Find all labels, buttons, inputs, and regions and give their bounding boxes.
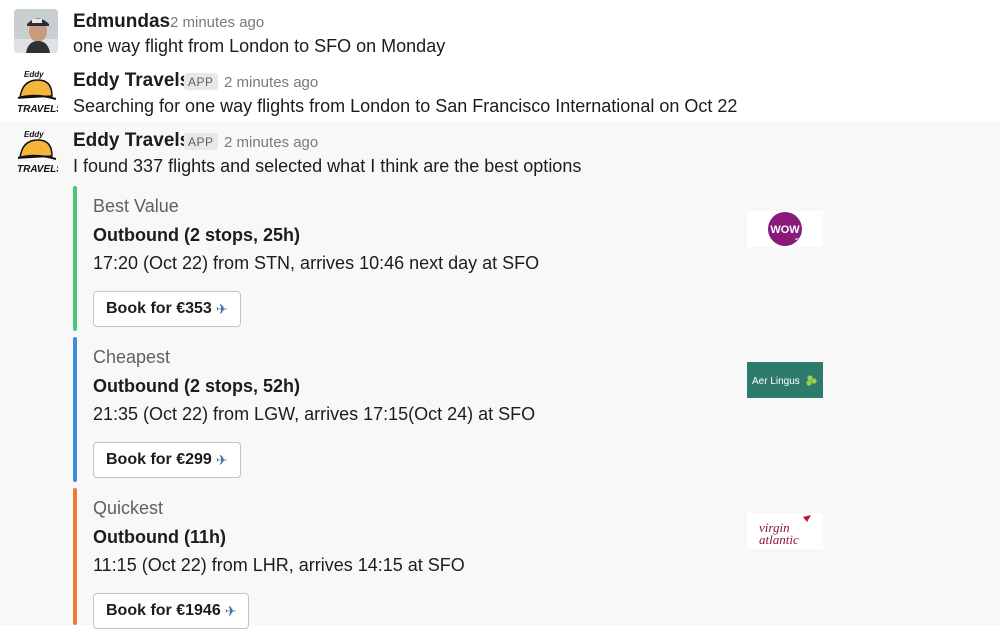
option-detail: 17:20 (Oct 22) from STN, arrives 10:46 n…: [93, 253, 540, 273]
app-badge: APP: [184, 73, 218, 90]
svg-text:atlantic: atlantic: [759, 532, 799, 547]
option-subtitle: Outbound (11h): [93, 527, 226, 547]
option-subtitle: Outbound (2 stops, 25h): [93, 225, 300, 245]
bot-avatar[interactable]: Eddy TRAVELS: [14, 128, 63, 175]
message-timestamp[interactable]: 2 minutes ago: [170, 14, 264, 31]
bot-avatar[interactable]: Eddy TRAVELS: [14, 68, 63, 115]
svg-text:air: air: [795, 236, 800, 241]
svg-text:TRAVELS: TRAVELS: [17, 104, 58, 115]
book-button-label: Book for €1946: [106, 602, 221, 619]
book-button-label: Book for €299: [106, 451, 212, 468]
eddy-travels-logo-icon: Eddy TRAVELS: [17, 130, 63, 175]
message-bot-searching: Eddy TRAVELS Eddy Travels APP 2 minutes …: [0, 62, 1000, 122]
author-name[interactable]: Edmundas: [73, 11, 170, 33]
message-text: Searching for one way flights from Londo…: [73, 96, 738, 116]
attachment-color-bar: [73, 337, 77, 482]
message-user: Edmundas 2 minutes ago one way flight fr…: [0, 0, 1000, 62]
book-button[interactable]: Book for €1946 ✈: [93, 593, 250, 629]
flight-option-best-value: Best Value Outbound (2 stops, 25h) 17:20…: [73, 186, 833, 331]
airplane-icon: ✈: [215, 300, 228, 317]
message-text: one way flight from London to SFO on Mon…: [73, 36, 446, 56]
option-detail: 21:35 (Oct 22) from LGW, arrives 17:15(O…: [93, 404, 536, 424]
eddy-travels-logo-icon: Eddy TRAVELS: [17, 70, 63, 115]
svg-text:TRAVELS: TRAVELS: [17, 164, 58, 175]
option-detail: 11:15 (Oct 22) from LHR, arrives 14:15 a…: [93, 555, 465, 575]
message-timestamp[interactable]: 2 minutes ago: [224, 134, 318, 151]
attachment-color-bar: [73, 186, 77, 331]
airline-logo-aer-lingus: Aer Lingus: [747, 362, 823, 398]
author-name[interactable]: Eddy Travels: [73, 130, 190, 152]
book-button[interactable]: Book for €299 ✈: [93, 442, 241, 478]
svg-text:Eddy: Eddy: [24, 70, 44, 79]
flight-option-cheapest: Cheapest Outbound (2 stops, 52h) 21:35 (…: [73, 337, 833, 482]
svg-text:WOW: WOW: [770, 224, 800, 236]
airplane-icon: ✈: [215, 451, 228, 468]
svg-text:Aer Lingus: Aer Lingus: [752, 376, 800, 387]
message-bot-results: Eddy TRAVELS Eddy Travels APP 2 minutes …: [0, 122, 1000, 629]
option-subtitle: Outbound (2 stops, 52h): [93, 376, 300, 396]
author-name[interactable]: Eddy Travels: [73, 70, 190, 92]
book-button-label: Book for €353: [106, 300, 212, 317]
avatar[interactable]: [14, 9, 58, 53]
message-text: I found 337 flights and selected what I …: [73, 156, 582, 176]
flight-option-quickest: Quickest Outbound (11h) 11:15 (Oct 22) f…: [73, 488, 833, 629]
attachment-color-bar: [73, 488, 77, 625]
airline-logo-wow: WOW air: [747, 211, 823, 247]
option-title: Quickest: [93, 498, 164, 518]
app-badge: APP: [184, 133, 218, 150]
svg-text:Eddy: Eddy: [24, 130, 44, 139]
airline-logo-virgin-atlantic: virgin atlantic: [747, 513, 823, 549]
message-timestamp[interactable]: 2 minutes ago: [224, 74, 318, 91]
airplane-icon: ✈: [224, 602, 237, 619]
book-button[interactable]: Book for €353 ✈: [93, 291, 241, 327]
option-title: Cheapest: [93, 347, 171, 367]
option-title: Best Value: [93, 196, 179, 216]
